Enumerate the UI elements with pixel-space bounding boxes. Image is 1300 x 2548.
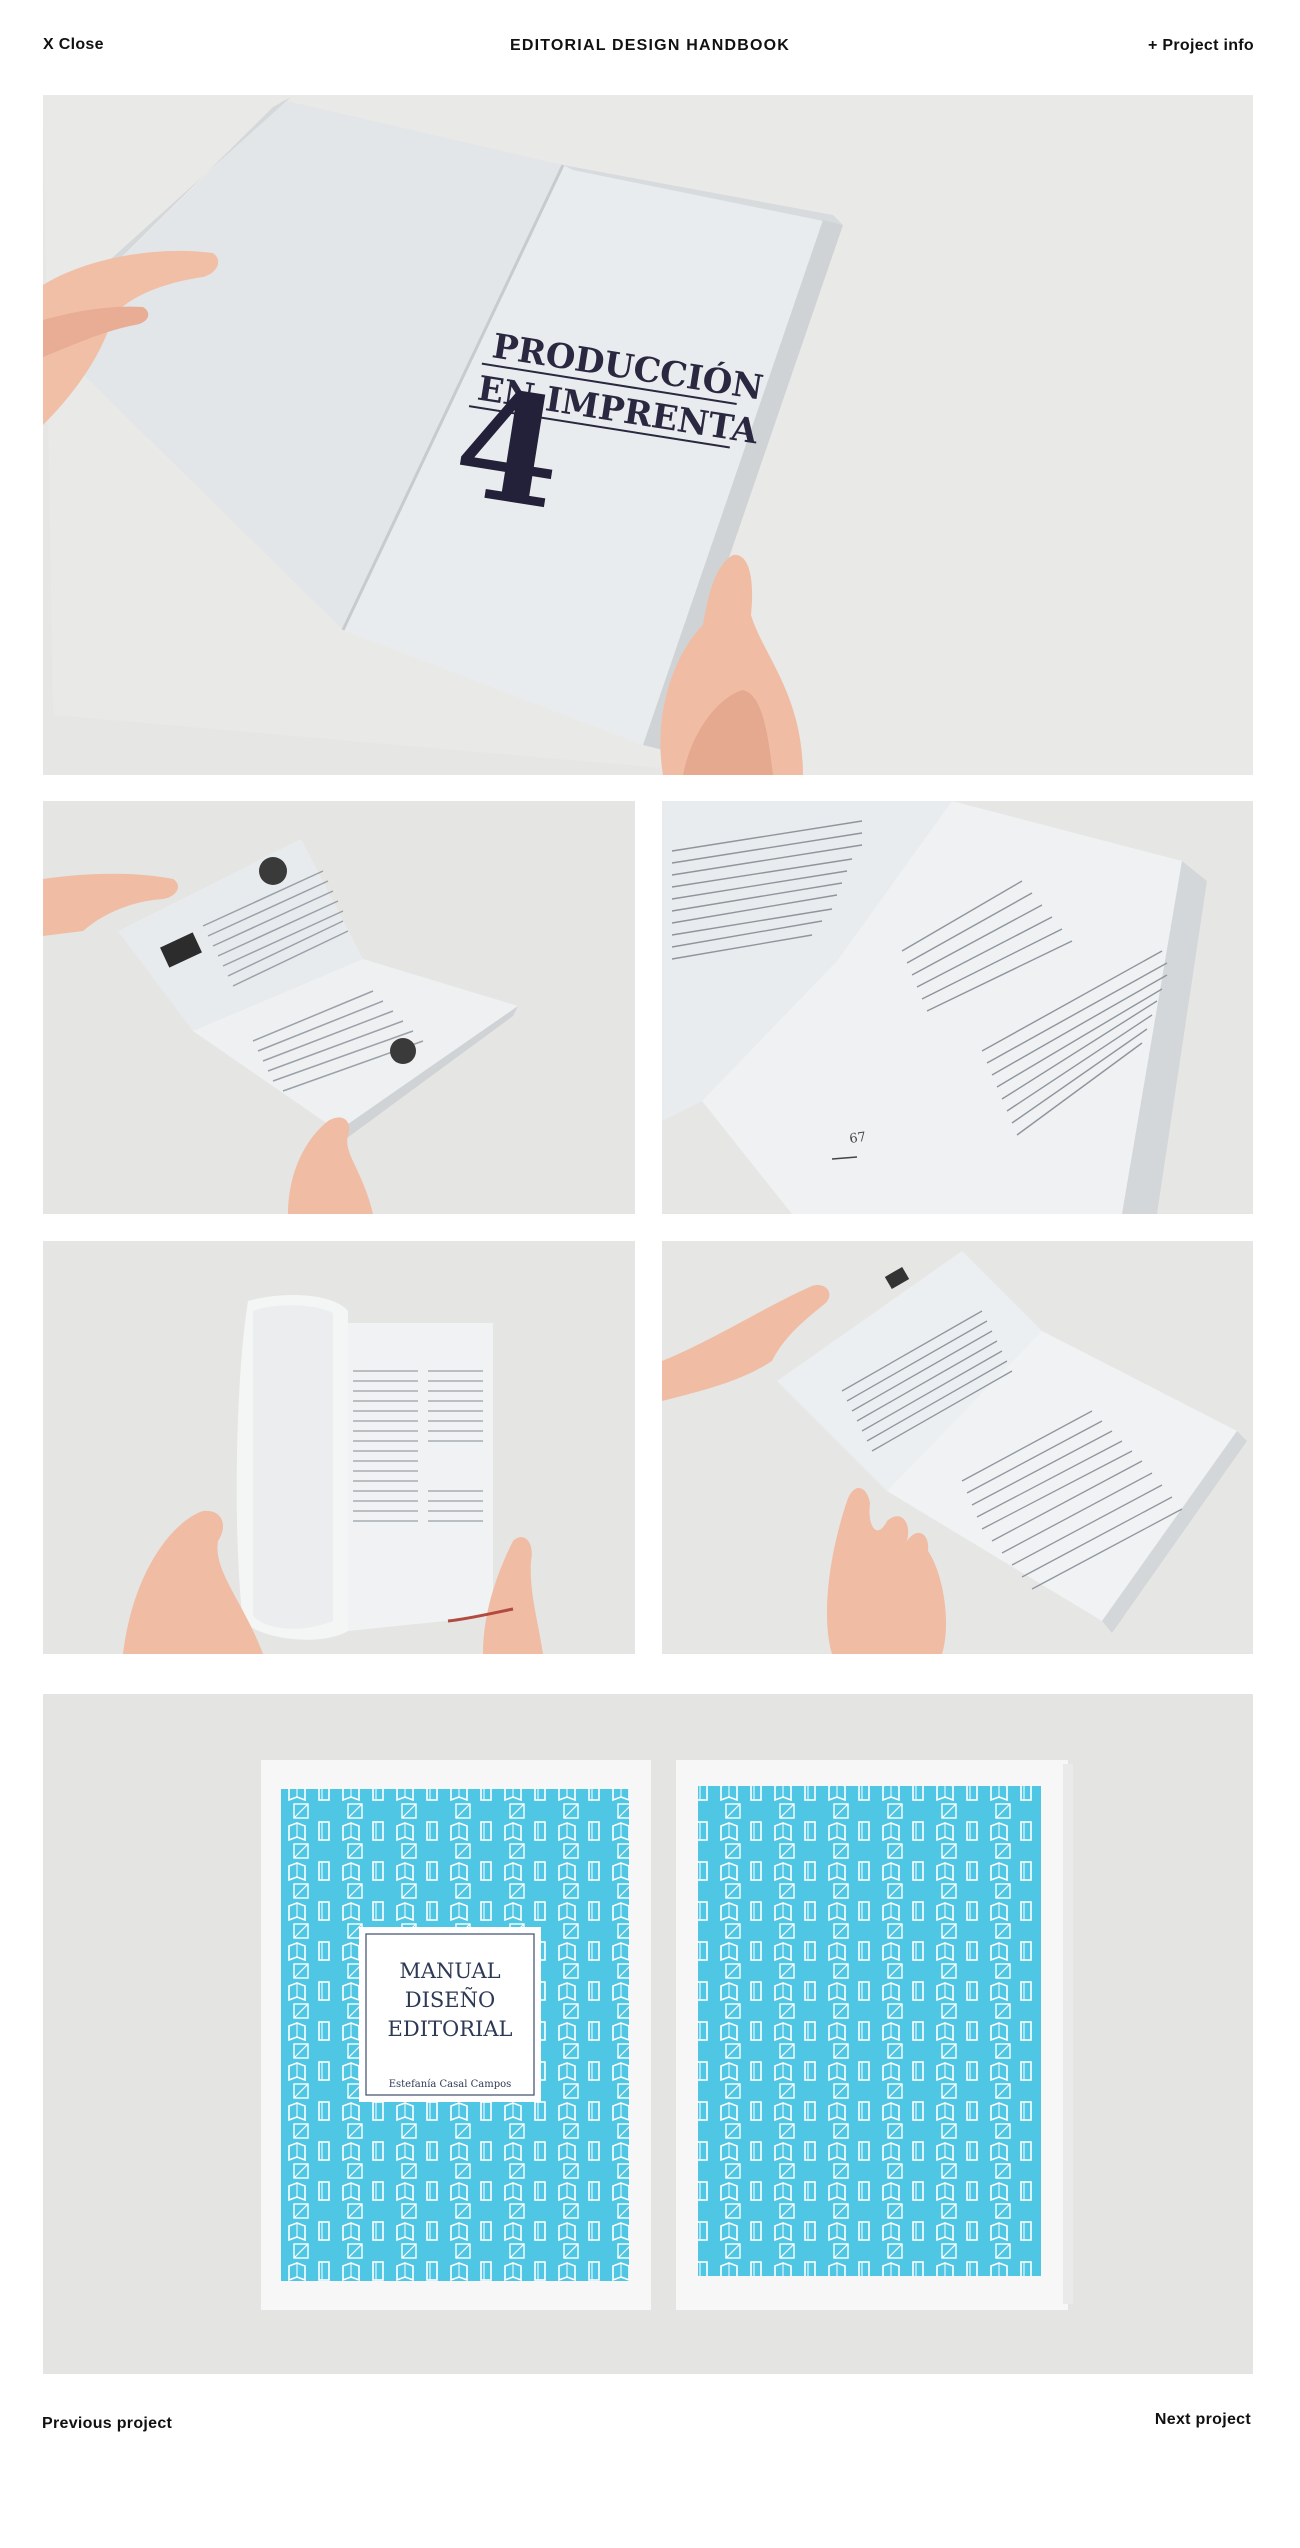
top-bar: X Close EDITORIAL DESIGN HANDBOOK + Proj…	[0, 0, 1300, 94]
photo-book-flipping-pages-image	[43, 1241, 635, 1654]
page-number: 67	[848, 1130, 866, 1147]
photo-book-chapter-spread-image: PRODUCCIÓN EN IMPRENTA 4	[43, 95, 1253, 775]
photo-book-covers-image: MANUAL DISEÑO EDITORIAL Estefanía Casal …	[43, 1694, 1253, 2374]
cover-title-line3: EDITORIAL	[388, 2017, 513, 2041]
photo-book-hand-turning[interactable]	[662, 1241, 1253, 1654]
previous-project-link[interactable]: Previous project	[42, 2415, 172, 2433]
project-info-button[interactable]: + Project info	[1148, 37, 1254, 55]
photo-book-open-angled-image	[43, 801, 635, 1214]
photo-book-covers[interactable]: MANUAL DISEÑO EDITORIAL Estefanía Casal …	[43, 1694, 1253, 2374]
photo-book-hand-turning-image	[662, 1241, 1253, 1654]
photo-book-text-closeup-image: 67	[662, 801, 1253, 1214]
photo-book-chapter-spread[interactable]: PRODUCCIÓN EN IMPRENTA 4	[43, 95, 1253, 775]
photo-book-flipping-pages[interactable]	[43, 1241, 635, 1654]
cover-author: Estefanía Casal Campos	[389, 2079, 512, 2090]
photo-book-text-closeup[interactable]: 67	[662, 801, 1253, 1214]
cover-title-line2: DISEÑO	[405, 1988, 495, 2012]
page-title: EDITORIAL DESIGN HANDBOOK	[509, 37, 791, 54]
photo-book-open-angled[interactable]	[43, 801, 635, 1214]
cover-title-line1: MANUAL	[399, 1959, 500, 1983]
bottom-navigation: Previous project Next project	[0, 2400, 1300, 2480]
next-project-link[interactable]: Next project	[1155, 2411, 1251, 2429]
